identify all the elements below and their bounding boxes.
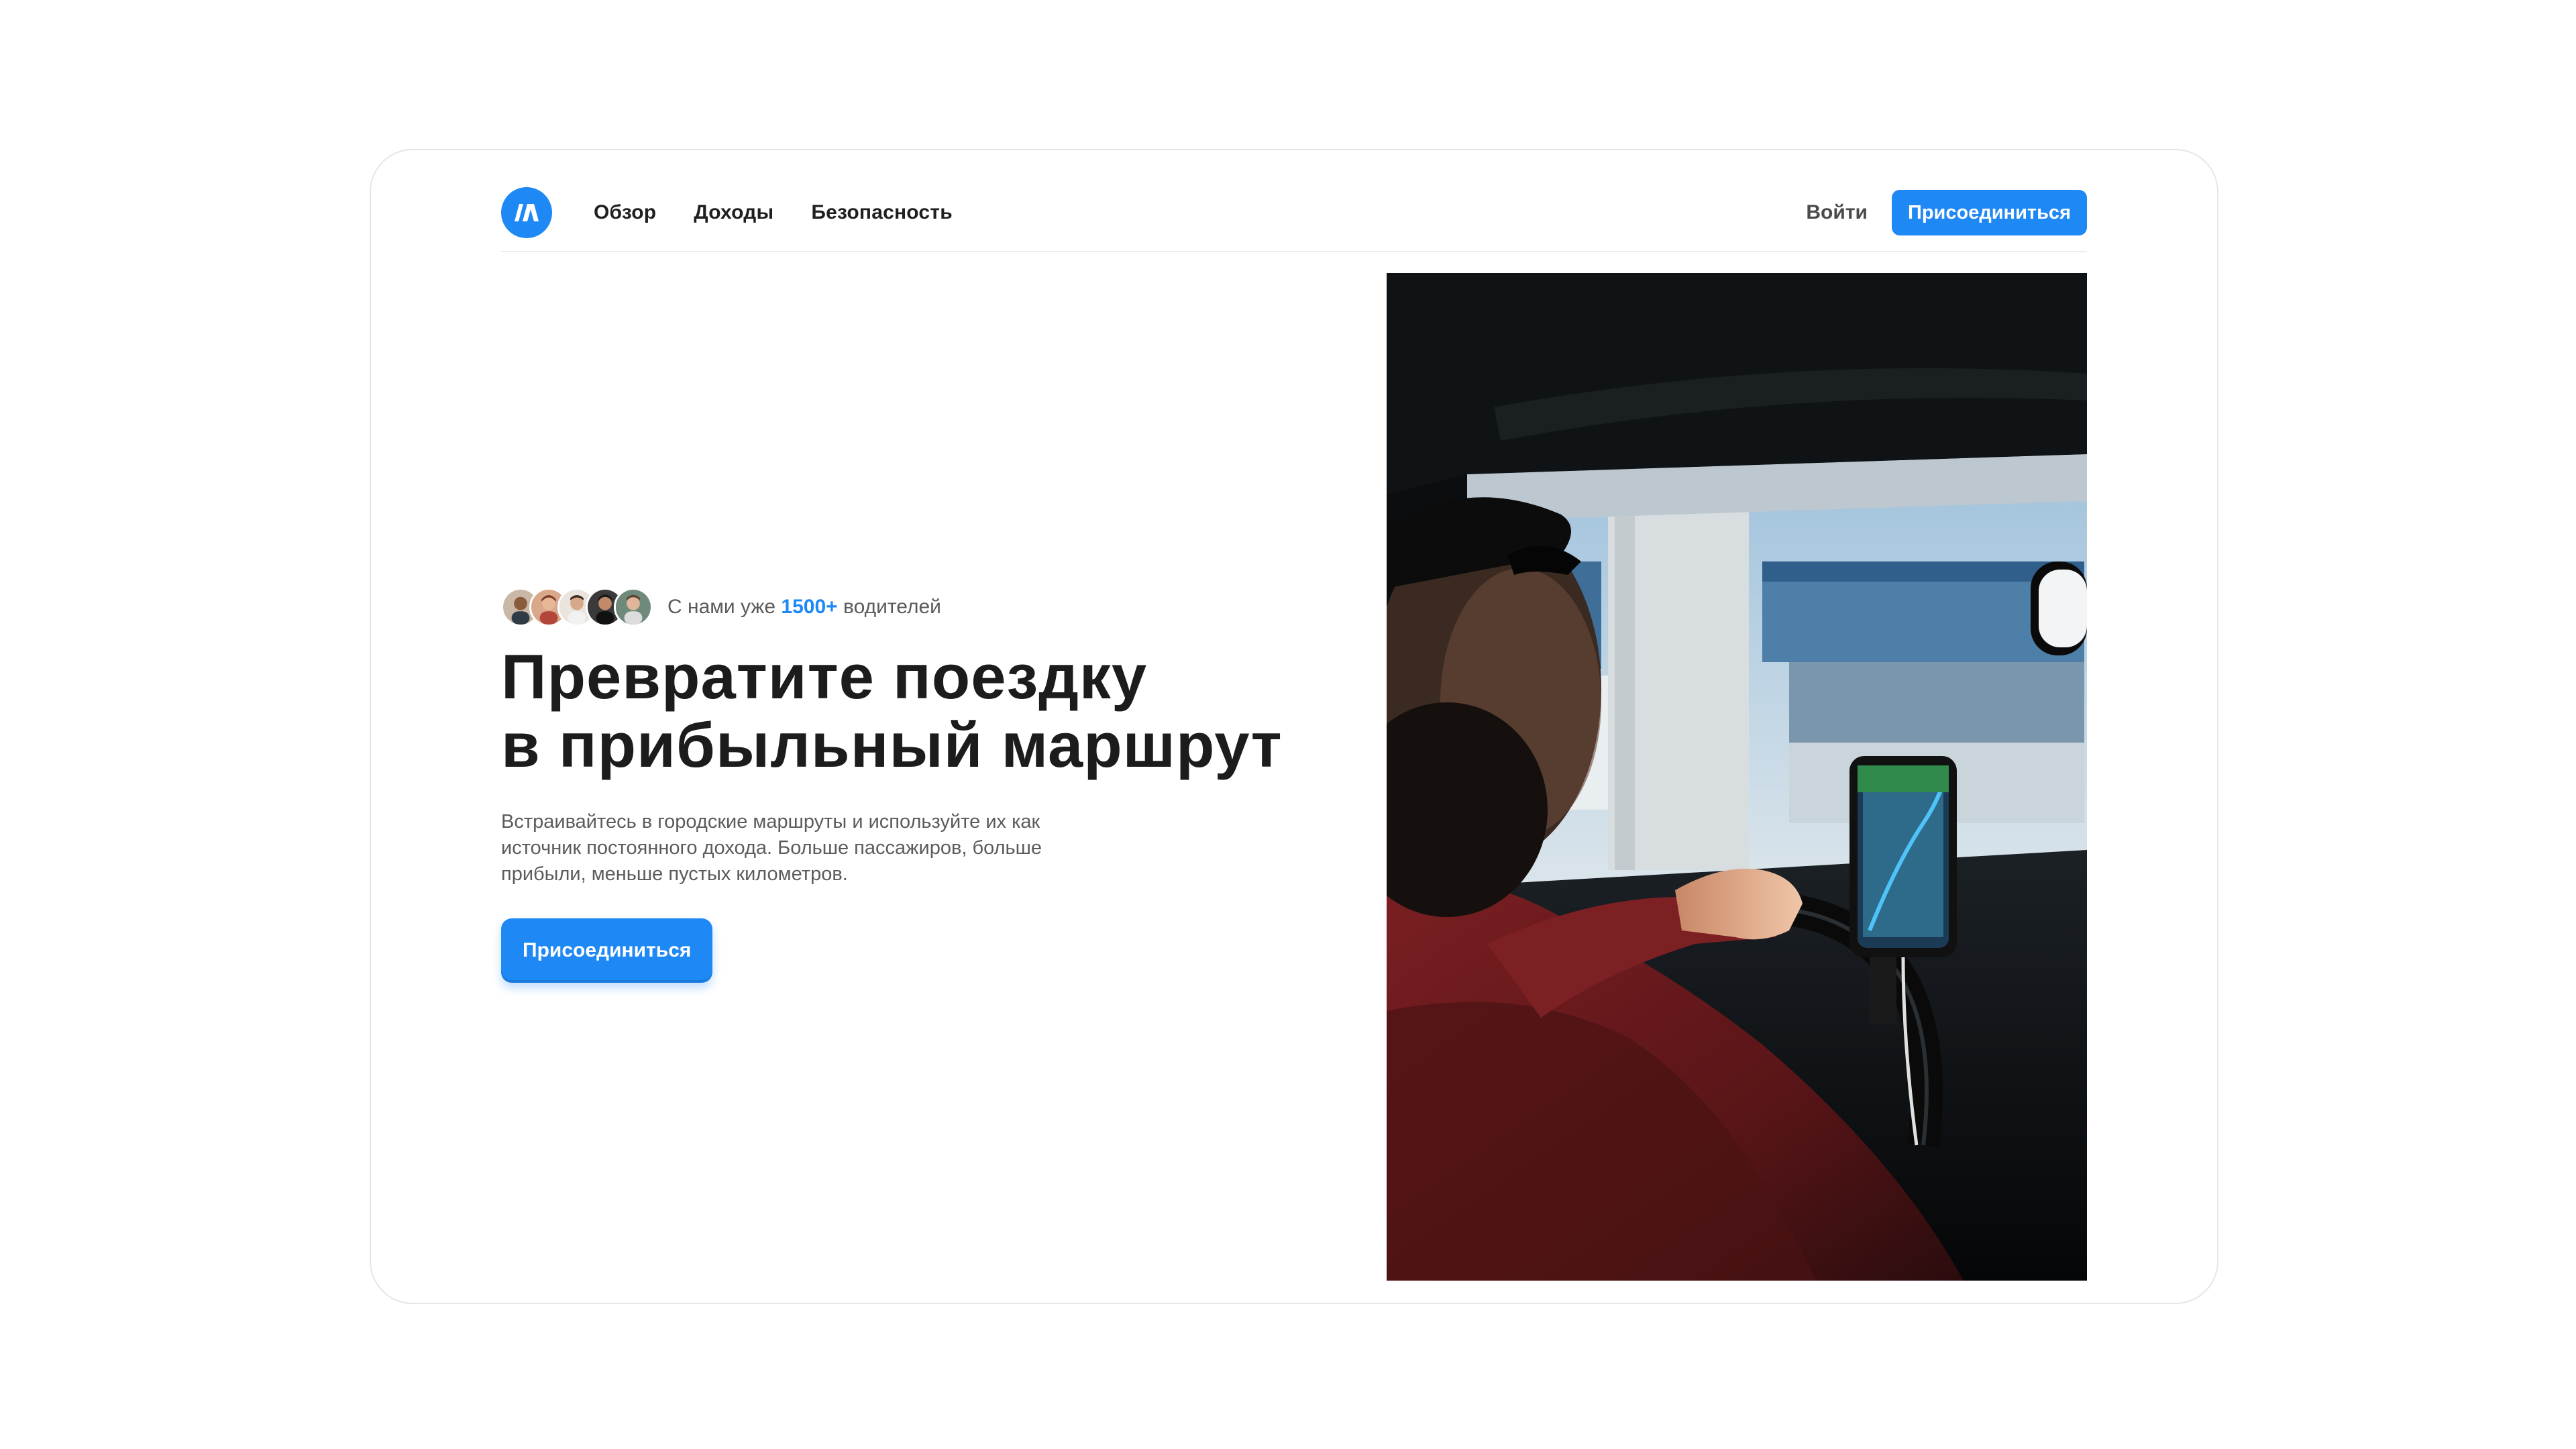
social-proof: С нами уже 1500+ водителей	[501, 586, 1306, 628]
brand-logo-icon[interactable]	[501, 187, 552, 238]
nav-join-button[interactable]: Присоединиться	[1891, 190, 2087, 235]
social-prefix: С нами уже	[667, 596, 776, 618]
hero-subtitle: Встраивайтесь в городские маршруты и исп…	[501, 811, 1042, 885]
avatar-group	[501, 588, 653, 627]
nav-link-income[interactable]: Доходы	[694, 201, 773, 224]
headline-line-1: Превратите поездку	[501, 641, 1148, 712]
login-link[interactable]: Войти	[1806, 201, 1868, 224]
hero-headline: Превратите поездку в прибыльный маршрут	[501, 643, 1306, 780]
headline-line-2: в прибыльный маршрут	[501, 710, 1283, 780]
avatar	[614, 588, 653, 627]
driver-count: 1500+	[781, 596, 838, 618]
driver-photo	[1387, 273, 2087, 1281]
social-proof-text: С нами уже 1500+ водителей	[667, 596, 941, 619]
hero-join-button[interactable]: Присоединиться	[501, 918, 713, 983]
landing-page-frame: Обзор Доходы Безопасность Войти Присоеди…	[370, 149, 2218, 1304]
nav-link-safety[interactable]: Безопасность	[811, 201, 953, 224]
hero-content: С нами уже 1500+ водителей Превратите по…	[501, 586, 1306, 983]
social-suffix: водителей	[843, 596, 941, 618]
nav-links: Обзор Доходы Безопасность	[594, 201, 953, 224]
nav-actions: Войти Присоединиться	[1806, 190, 2087, 235]
nav-link-overview[interactable]: Обзор	[594, 201, 656, 224]
top-navigation: Обзор Доходы Безопасность Войти Присоеди…	[501, 174, 2087, 252]
